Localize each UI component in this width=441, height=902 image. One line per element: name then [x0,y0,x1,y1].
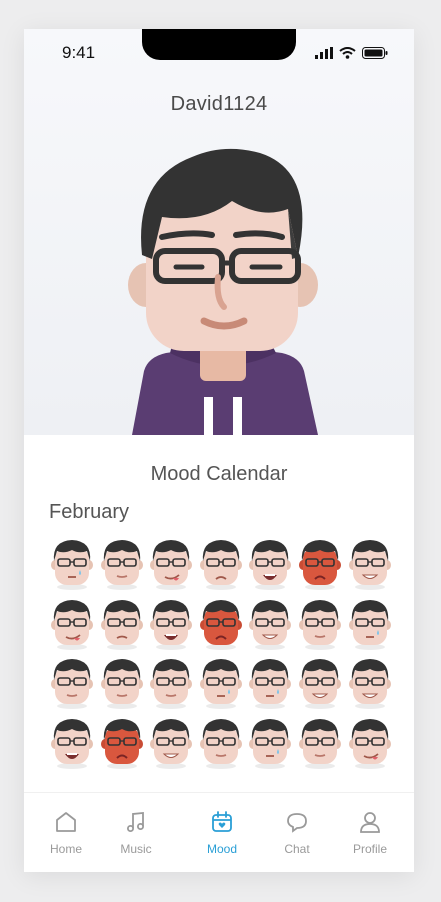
battery-icon [362,47,388,59]
grin-face-icon [299,659,341,709]
month-label: February [49,501,130,523]
laugh-face-icon [150,599,193,650]
laugh-face-icon [249,540,292,590]
tongue-face-icon [51,599,93,650]
mood-day-20[interactable] [297,656,343,710]
angry-face-icon [100,718,143,769]
mood-day-3[interactable] [148,537,194,591]
grin-face-icon [348,540,391,590]
mood-day-22[interactable] [49,716,95,770]
tab-chat[interactable]: Chat [267,809,327,856]
profile-hero: David1124 [24,29,414,435]
sad-tear-face-icon [199,659,242,709]
tab-profile[interactable]: Profile [340,809,400,856]
mood-day-10[interactable] [148,597,194,651]
music-icon [127,812,144,832]
angry-face-icon [199,599,242,650]
mood-day-19[interactable] [247,656,293,710]
tab-home[interactable]: Home [36,809,96,856]
neutral-face-icon [51,659,93,709]
neutral-face-icon [199,718,242,769]
signal-icon [315,47,333,59]
grin-face-icon [348,659,391,709]
status-bar: 9:41 [24,29,414,89]
mood-day-14[interactable] [347,597,393,651]
mood-day-23[interactable] [99,716,145,770]
mood-day-5[interactable] [247,537,293,591]
profile-icon [360,812,380,833]
username: David1124 [170,93,268,115]
mood-day-13[interactable] [297,597,343,651]
tab-mood[interactable]: Mood [192,809,252,856]
tab-home-label: Home [49,842,82,856]
mood-day-18[interactable] [198,656,244,710]
neutral-face-icon [100,659,143,709]
user-avatar[interactable] [112,139,332,435]
mood-day-21[interactable] [347,656,393,710]
laugh-face-icon [51,718,93,769]
status-time: 9:41 [62,43,96,62]
neutral-face-icon [299,599,341,650]
tab-bar: Home Music Mood Chat Profile [24,792,414,872]
tab-music-label: Music [120,842,152,856]
mood-day-9[interactable] [99,597,145,651]
sad-tear-face-icon [51,540,93,590]
mood-day-25[interactable] [198,716,244,770]
angry-face-icon [299,540,341,590]
mood-day-2[interactable] [99,537,145,591]
sad-tear-face-icon [249,718,292,769]
wifi-icon [339,47,356,59]
neutral-face-icon [150,659,193,709]
grin-face-icon [150,718,193,769]
tab-profile-label: Profile [352,842,387,856]
mood-day-15[interactable] [49,656,95,710]
tongue-face-icon [150,540,193,590]
mood-day-28[interactable] [347,716,393,770]
mood-day-8[interactable] [49,597,95,651]
mood-day-24[interactable] [148,716,194,770]
mood-day-26[interactable] [247,716,293,770]
calendar-heart-icon [212,811,232,832]
mood-day-16[interactable] [99,656,145,710]
mood-day-6[interactable] [297,537,343,591]
mood-day-11[interactable] [198,597,244,651]
grin-face-icon [249,599,292,650]
mood-day-1[interactable] [49,537,95,591]
tab-mood-label: Mood [206,842,238,856]
sad-tear-face-icon [348,599,391,650]
chat-icon [287,813,307,833]
neutral-face-icon [299,718,341,769]
mood-day-27[interactable] [297,716,343,770]
phone-screen: David1124 9:41 Mood Calendar February Ho… [24,29,414,872]
neutral-face-icon [100,540,143,590]
tongue-face-icon [348,718,391,769]
mood-day-17[interactable] [148,656,194,710]
notch [142,29,296,60]
sad-tear-face-icon [249,659,292,709]
sad-face-icon [199,540,242,590]
mood-day-12[interactable] [247,597,293,651]
mood-day-7[interactable] [347,537,393,591]
mood-calendar-title: Mood Calendar [150,463,288,485]
tab-chat-label: Chat [284,842,310,856]
home-icon [56,812,76,832]
tab-music[interactable]: Music [106,809,166,856]
annoyed-face-icon [100,599,143,650]
mood-day-4[interactable] [198,537,244,591]
